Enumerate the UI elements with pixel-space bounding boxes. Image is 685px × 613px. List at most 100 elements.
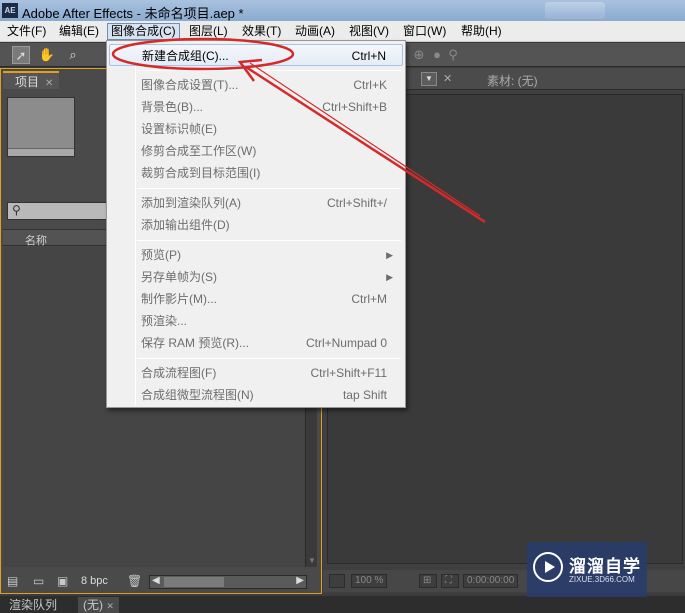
preview-options-icon[interactable] xyxy=(329,574,345,588)
mask-toggle-icon[interactable]: ⛶ xyxy=(441,574,459,588)
scroll-left-icon[interactable]: ◀ xyxy=(152,575,160,586)
chevron-down-icon[interactable]: ▼ xyxy=(421,72,437,86)
menu-item-composition-settings[interactable]: 图像合成设置(T)... Ctrl+K xyxy=(109,74,403,96)
zoom-level-select[interactable]: 100 % xyxy=(351,574,388,588)
menu-item-add-to-render-queue[interactable]: 添加到渲染队列(A) Ctrl+Shift+/ xyxy=(109,192,403,214)
menu-item-label: 预渲染... xyxy=(141,314,188,328)
menu-file[interactable]: 文件(F) xyxy=(4,23,49,40)
scroll-thumb[interactable] xyxy=(164,577,224,587)
menu-item-label: 预览(P) xyxy=(141,248,181,262)
menu-separator xyxy=(137,188,401,189)
menu-item-label: 图像合成设置(T)... xyxy=(141,78,239,92)
window-caption-button[interactable] xyxy=(545,2,605,19)
menu-item-add-output-module[interactable]: 添加输出组件(D) xyxy=(109,214,403,236)
menu-separator xyxy=(137,240,401,241)
menu-item-mini-flowchart[interactable]: 合成组微型流程图(N) tap Shift xyxy=(109,384,403,406)
menu-composition[interactable]: 图像合成(C) xyxy=(107,23,180,40)
menu-item-label: 添加输出组件(D) xyxy=(141,218,230,232)
menu-item-label: 合成流程图(F) xyxy=(141,366,217,380)
menu-view[interactable]: 视图(V) xyxy=(346,23,392,40)
app-logo-icon: AE xyxy=(2,3,18,18)
new-composition-icon[interactable]: ▣ xyxy=(57,574,68,589)
menu-animation[interactable]: 动画(A) xyxy=(292,23,338,40)
menu-item-shortcut: Ctrl+Shift+F11 xyxy=(310,366,387,380)
menu-bar: 文件(F) 编辑(E) 图像合成(C) 图层(L) 效果(T) 动画(A) 视图… xyxy=(0,21,685,42)
menu-item-shortcut: tap Shift xyxy=(342,388,387,402)
new-folder-icon[interactable]: ▭ xyxy=(33,574,44,589)
window-title: Adobe After Effects - 未命名项目.aep * xyxy=(22,6,244,21)
watermark-name: 溜溜自学 xyxy=(569,557,641,576)
menu-item-shortcut: Ctrl+M xyxy=(351,292,387,306)
menu-item-crop-to-region[interactable]: 裁剪合成到目标范围(I) xyxy=(109,162,403,184)
menu-separator xyxy=(137,358,401,359)
menu-layer[interactable]: 图层(L) xyxy=(186,23,231,40)
tab-timeline-label: (无) xyxy=(83,598,103,612)
menu-separator xyxy=(137,70,401,71)
axis-mode-icon[interactable]: ⊕ xyxy=(410,46,428,64)
scroll-down-icon[interactable]: ▼ xyxy=(308,556,316,565)
search-icon: ⚲ xyxy=(12,203,21,217)
tab-footage[interactable]: 素材: (无) xyxy=(487,72,538,89)
tab-render-queue[interactable]: 渲染队列 xyxy=(4,597,62,613)
menu-item-label: 合成组微型流程图(N) xyxy=(141,388,254,402)
horizontal-scrollbar[interactable]: ◀ ▶ xyxy=(149,575,307,589)
menu-item-make-movie[interactable]: 制作影片(M)... Ctrl+M xyxy=(109,288,403,310)
menu-item-label: 添加到渲染队列(A) xyxy=(141,196,241,210)
column-name-header[interactable]: 名称 xyxy=(25,232,47,248)
app-window: AE Adobe After Effects - 未命名项目.aep * 文件(… xyxy=(0,0,685,613)
menu-item-shortcut: Ctrl+Numpad 0 xyxy=(305,336,387,350)
menu-window[interactable]: 窗口(W) xyxy=(400,23,449,40)
menu-item-label: 背景色(B)... xyxy=(141,100,203,114)
menu-item-label: 另存单帧为(S) xyxy=(141,270,217,284)
tab-project-label: 项目 xyxy=(15,75,40,89)
grid-toggle-icon[interactable]: ⊞ xyxy=(419,574,437,588)
hand-tool-icon[interactable]: ✋ xyxy=(38,46,56,64)
tab-project[interactable]: 项目 ✕ xyxy=(3,71,60,89)
menu-item-pre-render[interactable]: 预渲染... xyxy=(109,310,403,332)
scroll-right-icon[interactable]: ▶ xyxy=(296,575,304,586)
menu-item-label: 制作影片(M)... xyxy=(141,292,217,306)
menu-item-background-color[interactable]: 背景色(B)... Ctrl+Shift+B xyxy=(109,96,403,118)
trash-icon[interactable]: 🗑 xyxy=(127,574,142,589)
interpret-footage-icon[interactable]: ▤ xyxy=(7,574,18,589)
selection-tool-icon[interactable]: ➚ xyxy=(12,46,30,64)
close-icon[interactable]: ✕ xyxy=(106,601,114,611)
menu-item-save-ram-preview[interactable]: 保存 RAM 预览(R)... Ctrl+Numpad 0 xyxy=(109,332,403,354)
close-icon[interactable]: ✕ xyxy=(443,72,452,85)
submenu-arrow-icon: ▶ xyxy=(386,250,393,260)
watermark-url: ZIXUE.3D66.COM xyxy=(569,575,635,584)
menu-item-save-frame-as[interactable]: 另存单帧为(S) ▶ xyxy=(109,266,403,288)
menu-edit[interactable]: 编辑(E) xyxy=(56,23,102,40)
zoom-tool-icon[interactable]: ⌕ xyxy=(64,46,82,64)
project-thumbnail xyxy=(7,97,75,157)
menu-item-set-poster-frame[interactable]: 设置标识帧(E) xyxy=(109,118,403,140)
menu-item-shortcut: Ctrl+K xyxy=(353,78,387,92)
watermark-logo: 溜溜自学 ZIXUE.3D66.COM xyxy=(527,542,647,597)
title-bar: AE Adobe After Effects - 未命名项目.aep * xyxy=(0,0,685,21)
menu-item-shortcut: Ctrl+Shift+B xyxy=(322,100,387,114)
project-footer: ▤ ▭ ▣ 8 bpc 🗑 ◀ ▶ xyxy=(3,572,321,592)
menu-item-label: 裁剪合成到目标范围(I) xyxy=(141,166,261,180)
menu-item-composition-flowchart[interactable]: 合成流程图(F) Ctrl+Shift+F11 xyxy=(109,362,403,384)
menu-item-shortcut: Ctrl+N xyxy=(351,49,386,63)
menu-item-trim-to-work-area[interactable]: 修剪合成至工作区(W) xyxy=(109,140,403,162)
menu-help[interactable]: 帮助(H) xyxy=(458,23,505,40)
bit-depth-label[interactable]: 8 bpc xyxy=(81,575,108,587)
menu-item-label: 保存 RAM 预览(R)... xyxy=(141,336,249,350)
bottom-tab-strip: 渲染队列 (无) ✕ xyxy=(0,596,685,613)
menu-item-label: 修剪合成至工作区(W) xyxy=(141,144,257,158)
project-search-input[interactable]: ⚲ xyxy=(7,202,107,220)
menu-item-label: 新建合成组(C)... xyxy=(142,49,229,63)
menu-item-new-composition[interactable]: 新建合成组(C)... Ctrl+N xyxy=(109,44,403,66)
tab-timeline-none[interactable]: (无) ✕ xyxy=(78,597,119,613)
composition-menu: 新建合成组(C)... Ctrl+N 图像合成设置(T)... Ctrl+K 背… xyxy=(106,40,406,408)
pin-tool-icon[interactable]: ⚲ xyxy=(444,46,462,64)
thumbnail-strip xyxy=(8,148,74,156)
timecode-display[interactable]: 0:00:00:00 xyxy=(463,574,519,588)
submenu-arrow-icon: ▶ xyxy=(386,272,393,282)
close-icon[interactable]: ✕ xyxy=(45,78,53,89)
menu-item-preview[interactable]: 预览(P) ▶ xyxy=(109,244,403,266)
menu-item-shortcut: Ctrl+Shift+/ xyxy=(326,196,387,210)
menu-item-label: 设置标识帧(E) xyxy=(141,122,217,136)
menu-effect[interactable]: 效果(T) xyxy=(239,23,284,40)
